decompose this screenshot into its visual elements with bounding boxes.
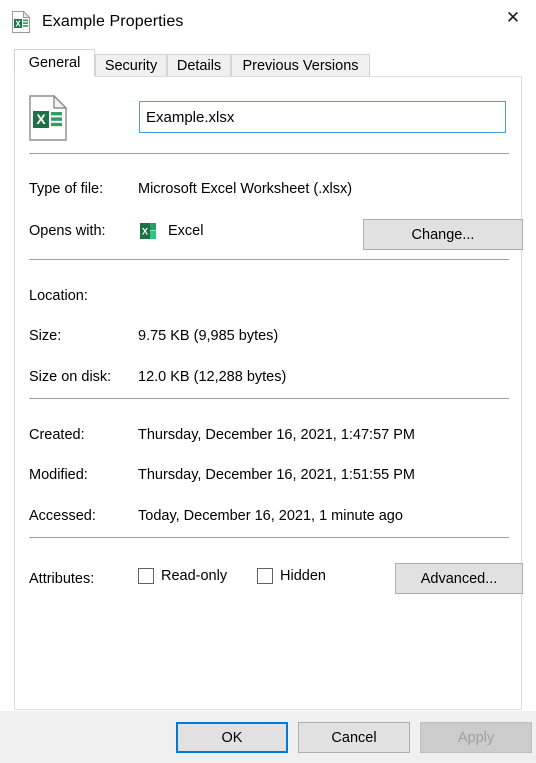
accessed-value: Today, December 16, 2021, 1 minute ago [138,508,403,524]
svg-text:X: X [15,20,21,29]
type-of-file-value: Microsoft Excel Worksheet (.xlsx) [138,181,353,197]
cancel-button[interactable]: Cancel [298,722,410,753]
row-modified: Modified: Thursday, December 16, 2021, 1… [15,467,521,487]
excel-app-icon: X [138,221,160,243]
row-opens-with: Opens with: X Excel Change... [15,219,523,250]
size-label: Size: [29,328,62,344]
size-on-disk-label: Size on disk: [29,369,112,385]
row-created: Created: Thursday, December 16, 2021, 1:… [15,427,521,447]
tab-security-label: Security [104,58,158,74]
tab-details[interactable]: Details [167,54,231,77]
svg-text:X: X [142,227,148,237]
separator-3 [29,398,509,399]
ok-button[interactable]: OK [176,722,288,753]
title-bar: X Example Properties ✕ [0,0,536,44]
tab-previous-versions-label: Previous Versions [242,58,359,74]
filename-input[interactable] [139,101,506,133]
change-button[interactable]: Change... [363,219,523,250]
opens-with-value: Excel [168,223,204,239]
tab-security[interactable]: Security [95,54,167,77]
window-title: Example Properties [42,13,184,30]
accessed-label: Accessed: [29,508,96,524]
row-size: Size: 9.75 KB (9,985 bytes) [15,328,521,348]
size-on-disk-value: 12.0 KB (12,288 bytes) [138,369,287,385]
svg-text:X: X [36,111,46,127]
hidden-checkbox[interactable]: Hidden [257,568,326,584]
readonly-checkbox[interactable]: Read-only [138,568,227,584]
excel-file-large-icon: X [29,94,68,141]
advanced-button[interactable]: Advanced... [395,563,523,594]
tab-strip: General Security Details Previous Versio… [14,49,522,77]
size-value: 9.75 KB (9,985 bytes) [138,328,279,344]
filename-row: X [15,93,521,149]
opens-with-label: Opens with: [29,223,106,239]
readonly-checkbox-label: Read-only [161,568,228,584]
modified-label: Modified: [29,467,88,483]
excel-file-icon: X [12,10,31,33]
separator-2 [29,259,509,260]
separator-1 [29,153,509,154]
row-attributes: Attributes: Read-only Hidden Advanced... [15,563,523,594]
apply-button[interactable]: Apply [420,722,532,753]
tab-details-label: Details [176,58,222,74]
row-location: Location: [15,288,521,308]
tab-previous-versions[interactable]: Previous Versions [231,54,370,77]
attributes-label: Attributes: [29,571,95,587]
tab-general-label: General [28,55,81,71]
general-tab-panel: X Type of file: Microsoft Excel Workshee… [14,76,523,710]
tab-general[interactable]: General [14,49,95,77]
readonly-checkbox-box [138,568,154,584]
location-label: Location: [29,288,88,304]
row-type-of-file: Type of file: Microsoft Excel Worksheet … [15,181,521,201]
hidden-checkbox-box [257,568,273,584]
close-icon[interactable]: ✕ [490,0,536,36]
dialog-footer: OK Cancel Apply [0,711,536,763]
created-value: Thursday, December 16, 2021, 1:47:57 PM [138,427,415,443]
created-label: Created: [29,427,85,443]
separator-4 [29,537,509,538]
hidden-checkbox-label: Hidden [280,568,326,584]
row-accessed: Accessed: Today, December 16, 2021, 1 mi… [15,508,521,528]
type-of-file-label: Type of file: [29,181,104,197]
modified-value: Thursday, December 16, 2021, 1:51:55 PM [138,467,415,483]
row-size-on-disk: Size on disk: 12.0 KB (12,288 bytes) [15,369,521,389]
